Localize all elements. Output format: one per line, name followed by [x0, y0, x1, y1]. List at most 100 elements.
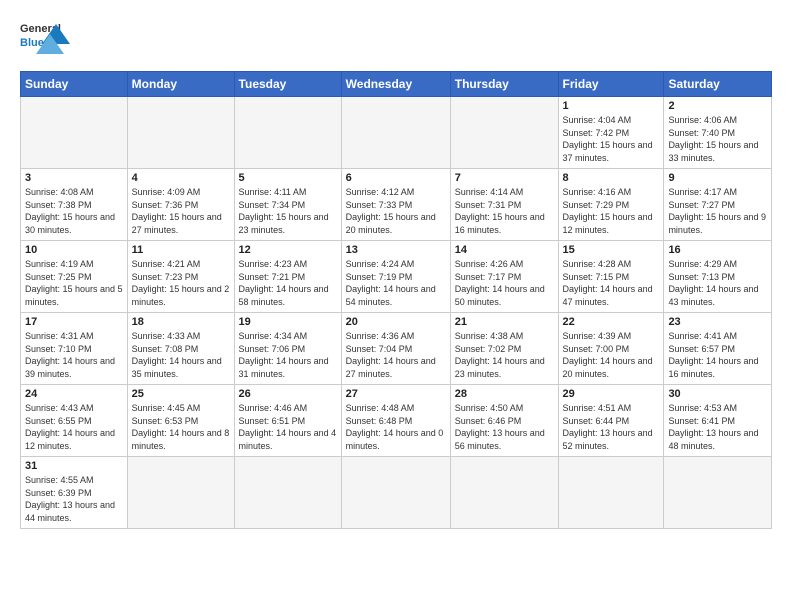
day-number: 16 — [668, 244, 767, 256]
calendar-cell: 23 Sunrise: 4:41 AM Sunset: 6:57 PM Dayli… — [664, 313, 772, 385]
day-info: Sunrise: 4:26 AM Sunset: 7:17 PM Dayligh… — [455, 258, 554, 308]
day-info: Sunrise: 4:41 AM Sunset: 6:57 PM Dayligh… — [668, 330, 767, 380]
day-number: 26 — [239, 388, 337, 400]
logo-svg: General Blue — [20, 16, 70, 61]
calendar-cell: 17 Sunrise: 4:31 AM Sunset: 7:10 PM Dayli… — [21, 313, 128, 385]
day-info: Sunrise: 4:06 AM Sunset: 7:40 PM Dayligh… — [668, 114, 767, 164]
day-number: 15 — [563, 244, 660, 256]
calendar-cell: 16 Sunrise: 4:29 AM Sunset: 7:13 PM Dayli… — [664, 241, 772, 313]
day-number: 18 — [132, 316, 230, 328]
calendar-cell — [450, 457, 558, 529]
calendar-cell: 25 Sunrise: 4:45 AM Sunset: 6:53 PM Dayli… — [127, 385, 234, 457]
calendar-week-row: 10 Sunrise: 4:19 AM Sunset: 7:25 PM Dayli… — [21, 241, 772, 313]
day-number: 12 — [239, 244, 337, 256]
day-number: 30 — [668, 388, 767, 400]
day-info: Sunrise: 4:17 AM Sunset: 7:27 PM Dayligh… — [668, 186, 767, 236]
day-info: Sunrise: 4:36 AM Sunset: 7:04 PM Dayligh… — [346, 330, 446, 380]
calendar-cell: 22 Sunrise: 4:39 AM Sunset: 7:00 PM Dayli… — [558, 313, 664, 385]
day-info: Sunrise: 4:53 AM Sunset: 6:41 PM Dayligh… — [668, 402, 767, 452]
weekday-header: Saturday — [664, 72, 772, 97]
day-number: 6 — [346, 172, 446, 184]
day-info: Sunrise: 4:31 AM Sunset: 7:10 PM Dayligh… — [25, 330, 123, 380]
day-number: 8 — [563, 172, 660, 184]
day-number: 31 — [25, 460, 123, 472]
weekday-header-row: SundayMondayTuesdayWednesdayThursdayFrid… — [21, 72, 772, 97]
day-info: Sunrise: 4:33 AM Sunset: 7:08 PM Dayligh… — [132, 330, 230, 380]
calendar-cell — [127, 457, 234, 529]
day-info: Sunrise: 4:08 AM Sunset: 7:38 PM Dayligh… — [25, 186, 123, 236]
header: General Blue — [20, 16, 772, 61]
calendar-cell: 26Sunrise: 4:46 AM Sunset: 6:51 PM Dayli… — [234, 385, 341, 457]
day-info: Sunrise: 4:04 AM Sunset: 7:42 PM Dayligh… — [563, 114, 660, 164]
logo: General Blue — [20, 16, 70, 61]
calendar-cell — [341, 97, 450, 169]
day-number: 5 — [239, 172, 337, 184]
day-number: 23 — [668, 316, 767, 328]
day-info: Sunrise: 4:39 AM Sunset: 7:00 PM Dayligh… — [563, 330, 660, 380]
weekday-header: Wednesday — [341, 72, 450, 97]
calendar-cell: 8 Sunrise: 4:16 AM Sunset: 7:29 PM Daylig… — [558, 169, 664, 241]
day-info: Sunrise: 4:55 AM Sunset: 6:39 PM Dayligh… — [25, 474, 123, 524]
day-number: 17 — [25, 316, 123, 328]
day-number: 21 — [455, 316, 554, 328]
day-number: 4 — [132, 172, 230, 184]
calendar-cell: 27Sunrise: 4:48 AM Sunset: 6:48 PM Dayli… — [341, 385, 450, 457]
calendar-cell — [234, 457, 341, 529]
day-info: Sunrise: 4:45 AM Sunset: 6:53 PM Dayligh… — [132, 402, 230, 452]
day-number: 1 — [563, 100, 660, 112]
calendar-cell — [664, 457, 772, 529]
day-info: Sunrise: 4:12 AM Sunset: 7:33 PM Dayligh… — [346, 186, 446, 236]
calendar-cell — [341, 457, 450, 529]
day-info: Sunrise: 4:38 AM Sunset: 7:02 PM Dayligh… — [455, 330, 554, 380]
calendar-week-row: 24Sunrise: 4:43 AM Sunset: 6:55 PM Dayli… — [21, 385, 772, 457]
calendar-cell: 6 Sunrise: 4:12 AM Sunset: 7:33 PM Daylig… — [341, 169, 450, 241]
calendar-cell: 30 Sunrise: 4:53 AM Sunset: 6:41 PM Dayli… — [664, 385, 772, 457]
day-number: 28 — [455, 388, 554, 400]
day-info: Sunrise: 4:19 AM Sunset: 7:25 PM Dayligh… — [25, 258, 123, 308]
day-number: 9 — [668, 172, 767, 184]
calendar-cell: 29Sunrise: 4:51 AM Sunset: 6:44 PM Dayli… — [558, 385, 664, 457]
page: General Blue SundayMondayTuesdayWednesda… — [0, 0, 792, 612]
day-number: 14 — [455, 244, 554, 256]
calendar-week-row: 17 Sunrise: 4:31 AM Sunset: 7:10 PM Dayli… — [21, 313, 772, 385]
day-info: Sunrise: 4:09 AM Sunset: 7:36 PM Dayligh… — [132, 186, 230, 236]
calendar-week-row: 31 Sunrise: 4:55 AM Sunset: 6:39 PM Dayli… — [21, 457, 772, 529]
day-info: Sunrise: 4:11 AM Sunset: 7:34 PM Dayligh… — [239, 186, 337, 236]
day-info: Sunrise: 4:16 AM Sunset: 7:29 PM Dayligh… — [563, 186, 660, 236]
day-number: 2 — [668, 100, 767, 112]
day-number: 13 — [346, 244, 446, 256]
day-number: 10 — [25, 244, 123, 256]
calendar-cell — [21, 97, 128, 169]
day-number: 19 — [239, 316, 337, 328]
calendar-cell: 18 Sunrise: 4:33 AM Sunset: 7:08 PM Dayli… — [127, 313, 234, 385]
day-number: 7 — [455, 172, 554, 184]
calendar-week-row: 1 Sunrise: 4:04 AM Sunset: 7:42 PM Daylig… — [21, 97, 772, 169]
calendar-cell: 1 Sunrise: 4:04 AM Sunset: 7:42 PM Daylig… — [558, 97, 664, 169]
calendar-cell: 28Sunrise: 4:50 AM Sunset: 6:46 PM Dayli… — [450, 385, 558, 457]
svg-text:Blue: Blue — [20, 37, 44, 49]
calendar-cell: 5 Sunrise: 4:11 AM Sunset: 7:34 PM Daylig… — [234, 169, 341, 241]
day-number: 25 — [132, 388, 230, 400]
day-number: 11 — [132, 244, 230, 256]
calendar-cell: 9 Sunrise: 4:17 AM Sunset: 7:27 PM Daylig… — [664, 169, 772, 241]
day-number: 3 — [25, 172, 123, 184]
calendar-cell: 12Sunrise: 4:23 AM Sunset: 7:21 PM Dayli… — [234, 241, 341, 313]
day-number: 27 — [346, 388, 446, 400]
calendar-cell: 20 Sunrise: 4:36 AM Sunset: 7:04 PM Dayli… — [341, 313, 450, 385]
calendar-cell — [558, 457, 664, 529]
calendar: SundayMondayTuesdayWednesdayThursdayFrid… — [20, 71, 772, 529]
calendar-cell — [127, 97, 234, 169]
day-info: Sunrise: 4:21 AM Sunset: 7:23 PM Dayligh… — [132, 258, 230, 308]
weekday-header: Friday — [558, 72, 664, 97]
day-info: Sunrise: 4:51 AM Sunset: 6:44 PM Dayligh… — [563, 402, 660, 452]
day-info: Sunrise: 4:29 AM Sunset: 7:13 PM Dayligh… — [668, 258, 767, 308]
calendar-cell: 4 Sunrise: 4:09 AM Sunset: 7:36 PM Daylig… — [127, 169, 234, 241]
calendar-cell — [234, 97, 341, 169]
day-info: Sunrise: 4:28 AM Sunset: 7:15 PM Dayligh… — [563, 258, 660, 308]
day-number: 24 — [25, 388, 123, 400]
weekday-header: Monday — [127, 72, 234, 97]
day-number: 22 — [563, 316, 660, 328]
day-number: 20 — [346, 316, 446, 328]
day-info: Sunrise: 4:24 AM Sunset: 7:19 PM Dayligh… — [346, 258, 446, 308]
calendar-cell: 7Sunrise: 4:14 AM Sunset: 7:31 PM Daylig… — [450, 169, 558, 241]
